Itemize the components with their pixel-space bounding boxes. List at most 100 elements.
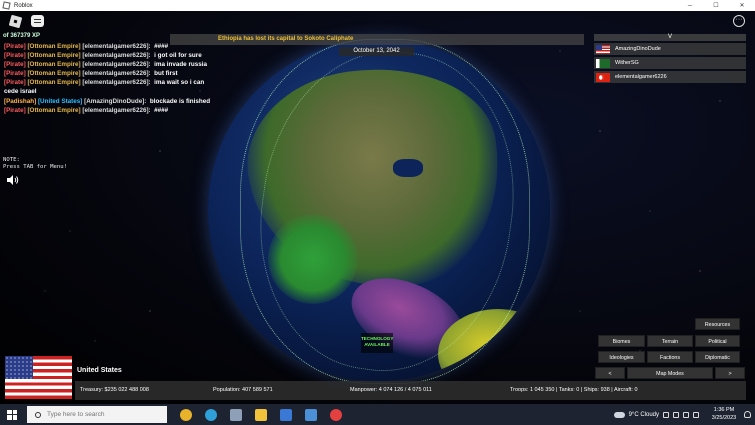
chat-user: [AmazingDinoDude]: [84,97,147,105]
windows-start-icon[interactable] [7,409,17,420]
chat-message: [Padishah] [United States] [AmazingDinoD… [4,97,224,106]
player-row[interactable]: elementalgamer6226 [594,71,746,83]
resources-button[interactable]: Resources [695,318,740,330]
xp-text: of 367379 XP [3,33,41,39]
chat-user: [elementalgamer6226]: [82,52,151,60]
minimize-button[interactable]: ─ [677,0,703,11]
notification-icon[interactable] [744,411,751,418]
chat-user: [elementalgamer6226]: [82,79,151,87]
military-stat: Troops: 1 045 350 | Tanks: 0 | Ships: 93… [510,387,638,393]
chat-text: ima invade russia [154,61,207,69]
speaker-icon[interactable] [7,175,19,185]
us-flag-icon [596,44,610,54]
chrome-icon[interactable] [180,408,192,421]
chat-user: [elementalgamer6226]: [82,70,151,78]
chat-tag: [Pirate] [4,61,26,69]
chat-user: [elementalgamer6226]: [82,43,151,50]
cloud-icon[interactable] [613,411,625,418]
system-tray: 9°C Cloudy 1:36 PM 3/25/2023 [613,404,755,425]
window-titlebar: Roblox ─ ☐ ✕ [0,0,755,11]
chat-tag: [Pirate] [4,106,26,114]
chat-country: [Ottoman Empire] [27,52,81,60]
network-icon[interactable] [673,411,679,418]
xp-counter: of 367379 XP [3,33,40,39]
chat-country: [Ottoman Empire] [27,61,81,69]
chat-tag: [Pirate] [4,70,26,78]
chat-text: blockade is finished [149,97,211,105]
mail-icon[interactable] [305,408,317,421]
player-name: WitherSG [615,60,639,66]
more-options-icon[interactable]: ··· [733,15,745,27]
chat-message: [Pirate] [Ottoman Empire] [elementalgame… [4,60,224,69]
country-name: United States [77,367,122,374]
weather-text[interactable]: 9°C Cloudy [629,412,659,418]
chat-tag: [Padishah] [4,97,37,105]
taskbar-search[interactable] [27,406,167,423]
chat-text: cede israel [4,88,37,96]
chevron-up-icon[interactable] [663,411,669,418]
chat-toggle-icon[interactable] [31,15,44,27]
chat-user: [elementalgamer6226]: [82,61,151,69]
clock-date: 3/25/2023 [711,414,737,421]
chat-user: [elementalgamer6226]: [82,106,151,114]
chat-tag: [Pirate] [4,52,26,60]
country-stats-bar: Treasury: $235 022 488 008 Population: 4… [75,381,746,400]
chat-tag: [Pirate] [4,79,26,87]
chat-text: #### [154,106,169,114]
window-title: Roblox [14,2,33,9]
player-row[interactable]: WitherSG [594,57,746,69]
factions-button[interactable]: Factions [647,351,693,363]
terrain-button[interactable]: Terrain [647,335,693,347]
close-button[interactable]: ✕ [729,0,755,11]
player-name: elementalgamer6226 [615,74,667,80]
maximize-button[interactable]: ☐ [703,0,729,11]
ideologies-button[interactable]: Ideologies [598,351,645,363]
treasury-stat: Treasury: $235 022 488 008 [80,387,149,393]
file-explorer-icon[interactable] [255,408,267,421]
technology-available-button[interactable]: TECHNOLOGY AVAILABLE [361,333,393,353]
taskbar-clock[interactable]: 1:36 PM 3/25/2023 [707,407,741,422]
political-button[interactable]: Political [695,335,740,347]
edge-icon[interactable] [205,408,217,421]
player-row[interactable]: AmazingDinoDude [594,43,746,55]
diplomatic-button[interactable]: Diplomatic [695,351,740,363]
chat-message: [Pirate] [Ottoman Empire] [elementalgame… [4,51,224,60]
biomes-button[interactable]: Biomes [598,335,645,347]
player-name: AmazingDinoDude [615,46,661,52]
event-banner: Ethiopia has lost its capital to Sokoto … [170,34,584,45]
roblox-app-icon[interactable] [330,408,342,421]
map-modes-label[interactable]: Map Modes [627,367,713,379]
store-icon[interactable] [280,408,292,421]
roblox-window-icon [2,1,11,10]
menu-hint: NOTE: Press TAB for Menu! [3,157,67,171]
chat-tag: [Pirate] [4,43,26,50]
turkey-flag-icon [596,72,610,82]
prev-map-mode-button[interactable]: < [595,367,625,379]
battery-icon[interactable] [693,411,699,418]
note-text: Press TAB for Menu! [3,164,67,170]
windows-taskbar: 9°C Cloudy 1:36 PM 3/25/2023 [0,404,755,425]
search-input[interactable] [47,411,157,418]
note-title: NOTE: [3,157,20,163]
chat-text: #### [154,43,169,50]
chat-country: [Ottoman Empire] [27,43,81,50]
chat-message: [Pirate] [Ottoman Empire] [elementalgame… [4,69,224,78]
chat-country: [Ottoman Empire] [27,79,81,87]
chat-message: [Pirate] [Ottoman Empire] [elementalgame… [4,78,224,87]
email-icon[interactable] [230,408,242,421]
chat-log: [Pirate] [Ottoman Empire] [elementalgame… [4,42,224,115]
chat-country: [Ottoman Empire] [27,70,81,78]
player-list: V AmazingDinoDude WitherSG elementalgame… [594,34,746,83]
next-map-mode-button[interactable]: > [715,367,745,379]
player-list-toggle[interactable]: V [594,34,746,41]
chat-message: cede israel [4,87,224,96]
game-date: October 13, 2042 [339,47,414,56]
chat-country: [United States] [37,97,83,105]
volume-icon[interactable] [683,411,689,418]
us-flag[interactable] [5,356,72,399]
chat-text: ima wait so i can [154,79,205,87]
chat-message: [Pirate] [Ottoman Empire] [elementalgame… [4,106,224,115]
chat-text: but first [154,70,178,78]
clock-time: 1:36 PM [713,407,735,413]
population-stat: Population: 407 589 571 [213,387,273,393]
